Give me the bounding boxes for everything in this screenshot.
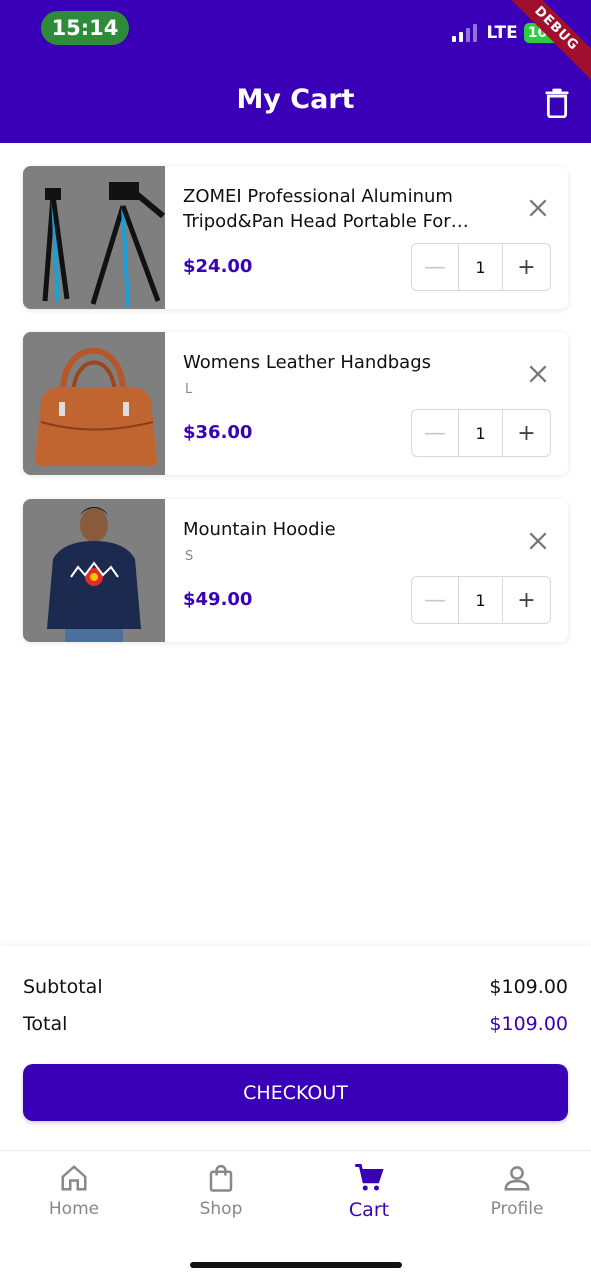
item-name: Mountain Hoodie bbox=[183, 519, 336, 540]
decrease-button[interactable]: — bbox=[412, 244, 459, 290]
decrease-button[interactable]: — bbox=[412, 577, 459, 623]
cart-icon bbox=[355, 1164, 384, 1191]
cart-item: Womens Leather Handbags L $36.00 — 1 + bbox=[23, 332, 568, 475]
item-variant: S bbox=[185, 549, 194, 564]
quantity-value: 1 bbox=[459, 244, 503, 290]
subtotal-value: $109.00 bbox=[489, 976, 568, 998]
cart-item: Mountain Hoodie S $49.00 — 1 + bbox=[23, 499, 568, 642]
total-row: Total $109.00 bbox=[23, 1013, 568, 1035]
tab-label: Profile bbox=[490, 1199, 544, 1219]
item-price: $49.00 bbox=[183, 589, 253, 610]
home-icon bbox=[61, 1165, 87, 1191]
subtotal-label: Subtotal bbox=[23, 976, 103, 998]
item-variant: L bbox=[185, 382, 193, 397]
item-name: Womens Leather Handbags bbox=[183, 352, 432, 373]
checkout-button[interactable]: CHECKOUT bbox=[23, 1064, 568, 1121]
quantity-stepper: — 1 + bbox=[411, 576, 551, 624]
total-value: $109.00 bbox=[489, 1013, 568, 1035]
cart-item: ZOMEI Professional Aluminum Tripod&Pan H… bbox=[23, 166, 568, 309]
close-icon[interactable] bbox=[527, 363, 549, 385]
tab-shop[interactable]: Shop bbox=[161, 1163, 281, 1219]
tripod-image[interactable] bbox=[23, 166, 165, 309]
quantity-value: 1 bbox=[459, 410, 503, 456]
trash-icon[interactable] bbox=[543, 88, 571, 118]
quantity-stepper: — 1 + bbox=[411, 243, 551, 291]
subtotal-row: Subtotal $109.00 bbox=[23, 976, 568, 998]
tab-label: Home bbox=[48, 1199, 100, 1219]
handbag-image[interactable] bbox=[23, 332, 165, 475]
close-icon[interactable] bbox=[527, 197, 549, 219]
tab-profile[interactable]: Profile bbox=[457, 1163, 577, 1219]
tab-label: Shop bbox=[199, 1199, 243, 1219]
app-header: 15:14 LTE 100 DEBUG My Cart bbox=[0, 0, 591, 143]
hoodie-image[interactable] bbox=[23, 499, 165, 642]
close-icon[interactable] bbox=[527, 530, 549, 552]
page-title: My Cart bbox=[236, 84, 355, 115]
total-label: Total bbox=[23, 1013, 68, 1035]
item-price: $24.00 bbox=[183, 256, 253, 277]
quantity-value: 1 bbox=[459, 577, 503, 623]
quantity-stepper: — 1 + bbox=[411, 409, 551, 457]
shopping-bag-icon bbox=[209, 1164, 233, 1192]
tab-cart[interactable]: Cart bbox=[309, 1163, 429, 1221]
status-time: 15:14 bbox=[41, 11, 129, 45]
signal-icon bbox=[451, 24, 477, 42]
tab-label: Cart bbox=[348, 1199, 390, 1221]
increase-button[interactable]: + bbox=[503, 244, 550, 290]
increase-button[interactable]: + bbox=[503, 577, 550, 623]
increase-button[interactable]: + bbox=[503, 410, 550, 456]
bottom-nav: Home Shop Cart Profile bbox=[0, 1150, 591, 1280]
person-icon bbox=[504, 1166, 530, 1191]
order-summary: Subtotal $109.00 Total $109.00 CHECKOUT bbox=[0, 946, 591, 1150]
network-type: LTE bbox=[486, 23, 518, 43]
home-indicator bbox=[190, 1262, 402, 1268]
item-name: ZOMEI Professional Aluminum Tripod&Pan H… bbox=[183, 186, 453, 232]
tab-home[interactable]: Home bbox=[14, 1163, 134, 1219]
decrease-button[interactable]: — bbox=[412, 410, 459, 456]
item-price: $36.00 bbox=[183, 422, 253, 443]
